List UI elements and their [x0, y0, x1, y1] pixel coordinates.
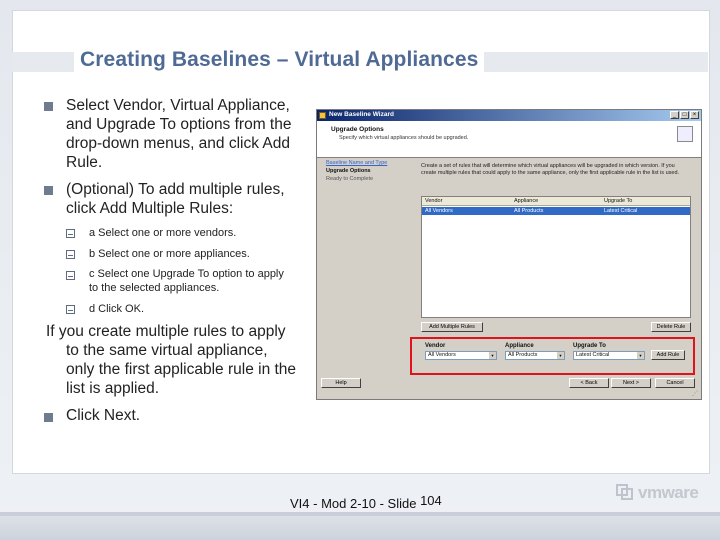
slide-footer: VI4 - Mod 2-10 - Slide 104: [290, 493, 442, 511]
sub-bullet-icon: [66, 305, 75, 314]
bullet-1-line-1: Select Vendor, Virtual Appliance,: [66, 97, 290, 114]
wizard-header-icon: [677, 126, 693, 142]
sub-item-d: d Click OK.: [89, 303, 145, 315]
cancel-button[interactable]: Cancel: [655, 378, 695, 388]
bullet-2-line-2: click Add Multiple Rules:: [66, 200, 234, 217]
bullet-marker: [44, 186, 53, 195]
step-ready-to-complete[interactable]: Ready to Complete: [326, 176, 373, 182]
header-title: Upgrade Options: [331, 126, 384, 133]
note-line-1: If you create multiple rules to apply: [46, 323, 286, 340]
step-baseline-name[interactable]: Baseline Name and Type: [326, 160, 387, 166]
header-subtitle: Specify which virtual appliances should …: [339, 135, 469, 141]
delete-rule-button[interactable]: Delete Rule: [651, 322, 691, 332]
bullet-marker: [44, 102, 53, 111]
sub-item-c: c Select one Upgrade To option to apply …: [89, 267, 284, 295]
cell-appliance: All Products: [514, 208, 544, 214]
resize-grip-icon[interactable]: ⋰: [692, 390, 700, 398]
bullet-2-line-1: (Optional) To add multiple rules,: [66, 181, 285, 198]
add-rule-highlight: [410, 337, 695, 375]
sub-item-b: b Select one or more appliances.: [89, 248, 250, 260]
bullet-2: (Optional) To add multiple rules, click …: [66, 180, 285, 218]
footer-bar: [0, 512, 720, 540]
add-multiple-rules-button[interactable]: Add Multiple Rules: [421, 322, 483, 332]
note-line-4: list is applied.: [66, 380, 160, 397]
sub-bullet-icon: [66, 229, 75, 238]
bullet-marker: [44, 413, 53, 422]
page-number: 104: [420, 493, 442, 508]
bullet-3: Click Next.: [66, 407, 141, 424]
rules-grid[interactable]: Vendor Appliance Upgrade To All Vendors …: [421, 196, 691, 318]
note-text: If you create multiple rules to apply to…: [46, 322, 296, 398]
vmware-logo-icon-overlap: [621, 488, 633, 500]
maximize-button[interactable]: □: [680, 111, 689, 119]
wizard-app-icon: [319, 112, 326, 119]
cell-upgrade-to: Latest Critical: [604, 208, 638, 214]
close-button[interactable]: ×: [690, 111, 699, 119]
footer-text: VI4 - Mod 2-10 - Slide: [290, 496, 417, 511]
next-button[interactable]: Next >: [611, 378, 651, 388]
sub-item-c-line-1: c Select one Upgrade To option to apply: [89, 268, 284, 280]
minimize-button[interactable]: _: [670, 111, 679, 119]
bullet-1-line-3: drop-down menus, and click Add: [66, 135, 291, 152]
note-line-3: only the first applicable rule in the: [66, 361, 297, 378]
column-upgrade-to[interactable]: Upgrade To: [604, 198, 632, 204]
back-button[interactable]: < Back: [569, 378, 609, 388]
sub-bullet-icon: [66, 250, 75, 259]
sub-item-a: a Select one or more vendors.: [89, 227, 237, 239]
step-upgrade-options[interactable]: Upgrade Options: [326, 168, 371, 174]
bullet-1-line-4: Rule.: [66, 154, 103, 171]
rules-description: Create a set of rules that will determin…: [421, 163, 680, 176]
slide-title: Creating Baselines – Virtual Appliances: [74, 48, 485, 72]
column-appliance[interactable]: Appliance: [514, 198, 538, 204]
note-line-2: to the same virtual appliance,: [66, 342, 268, 359]
sub-bullet-icon: [66, 271, 75, 280]
grid-header: Vendor Appliance Upgrade To: [422, 197, 690, 206]
vmware-logo: vmware: [616, 482, 708, 502]
dialog-header: Upgrade Options Specify which virtual ap…: [317, 121, 701, 158]
footer-stripe: [0, 512, 720, 516]
bullet-1: Select Vendor, Virtual Appliance, and Up…: [66, 96, 291, 172]
dialog-title: New Baseline Wizard: [329, 111, 394, 118]
bullet-1-line-2: and Upgrade To options from the: [66, 116, 292, 133]
sub-item-c-line-2: to the selected appliances.: [89, 282, 220, 294]
column-vendor[interactable]: Vendor: [425, 198, 442, 204]
table-row[interactable]: All Vendors All Products Latest Critical: [422, 207, 690, 215]
cell-vendor: All Vendors: [425, 208, 453, 214]
dialog-titlebar: New Baseline Wizard _ □ ×: [317, 110, 701, 121]
help-button[interactable]: Help: [321, 378, 361, 388]
vmware-logo-text: vmware: [638, 483, 699, 502]
